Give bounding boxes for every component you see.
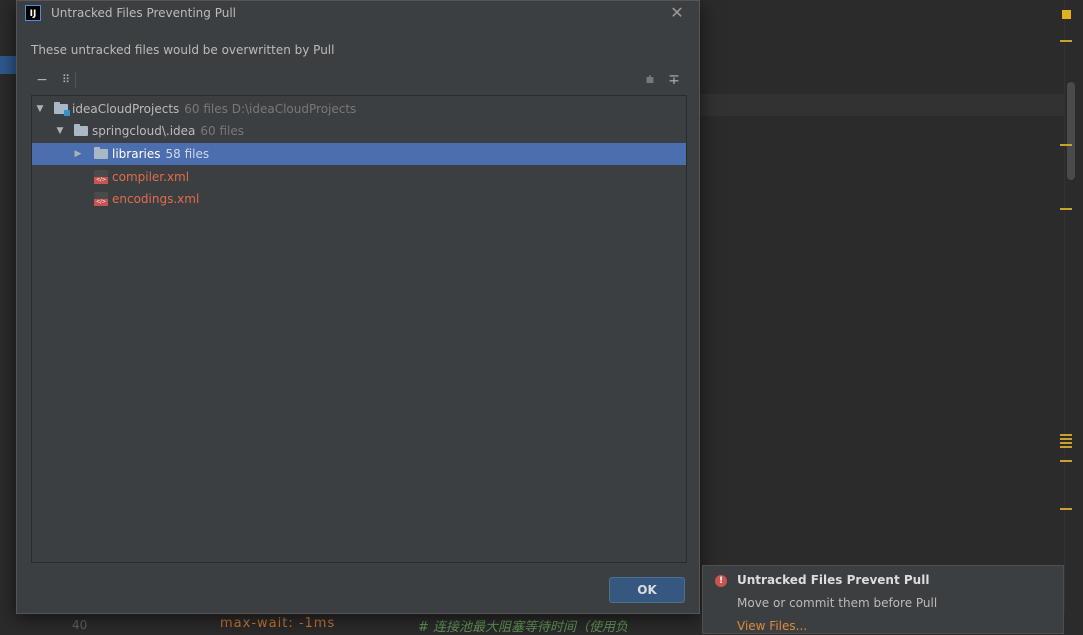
analysis-status-icon[interactable] [1062, 10, 1071, 19]
tree-item-meta: 60 files D:\ideaCloudProjects [184, 102, 357, 116]
tree-item-name: libraries [112, 147, 161, 161]
folder-icon [94, 147, 108, 159]
collapse-all-icon[interactable]: ∓ [663, 69, 685, 91]
dialog-message: These untracked files would be overwritt… [31, 43, 335, 57]
tree-item-meta: 58 files [165, 147, 210, 161]
error-stripe-marker[interactable] [1060, 208, 1072, 210]
expand-all-icon[interactable]: ⩧ [639, 69, 661, 91]
folder-icon [74, 124, 88, 136]
close-icon[interactable]: ✕ [667, 3, 687, 23]
notification-body: Move or commit them before Pull [737, 596, 938, 610]
file-tree[interactable]: ▼ ideaCloudProjects 60 files D:\ideaCloud… [31, 95, 687, 563]
tree-toolbar: − ⠿ ⩧ ∓ [31, 69, 687, 91]
error-stripe-marker[interactable] [1060, 434, 1072, 436]
error-stripe-marker[interactable] [1060, 40, 1072, 42]
tree-row-libraries[interactable]: ▶ libraries 58 files [32, 143, 686, 165]
tree-row-compiler-xml[interactable]: compiler.xml [32, 166, 686, 188]
group-by-icon[interactable]: ⠿ [55, 69, 77, 91]
error-stripe-marker[interactable] [1060, 460, 1072, 462]
tree-item-name: encodings.xml [112, 192, 200, 206]
tool-window-tab[interactable] [0, 56, 16, 74]
line-number: 40 [72, 618, 88, 632]
xml-file-icon [94, 192, 108, 206]
error-stripe-marker[interactable] [1060, 508, 1072, 510]
project-folder-icon [54, 102, 70, 116]
tree-row-encodings-xml[interactable]: encodings.xml [32, 188, 686, 210]
view-files-link[interactable]: View Files... [737, 619, 807, 633]
error-stripe-marker[interactable] [1060, 446, 1072, 448]
code-comment[interactable]: # 连接池最大阻塞等待时间（使用负 [418, 616, 628, 635]
tree-item-name: compiler.xml [112, 170, 190, 184]
untracked-files-dialog: IJ Untracked Files Preventing Pull ✕ The… [16, 0, 700, 614]
editor-current-line [700, 94, 1064, 116]
dialog-titlebar[interactable]: IJ Untracked Files Preventing Pull ✕ [17, 1, 699, 27]
error-stripe-marker[interactable] [1060, 438, 1072, 440]
xml-file-icon [94, 170, 108, 184]
tree-item-name: ideaCloudProjects [72, 102, 180, 116]
error-icon: ! [715, 575, 727, 587]
editor-scroll-thumb[interactable] [1067, 82, 1075, 180]
notification-balloon: ! Untracked Files Prevent Pull Move or c… [702, 565, 1064, 634]
error-stripe-marker[interactable] [1060, 442, 1072, 444]
tree-item-name: springcloud\.idea [92, 124, 196, 138]
notification-title: Untracked Files Prevent Pull [737, 573, 930, 587]
remove-icon[interactable]: − [31, 69, 53, 91]
expanded-arrow-icon[interactable]: ▼ [54, 120, 66, 142]
ok-button[interactable]: OK [609, 577, 685, 603]
expanded-arrow-icon[interactable]: ▼ [34, 98, 46, 120]
tree-row-idea-folder[interactable]: ▼ springcloud\.idea 60 files [32, 120, 686, 142]
error-stripe-marker[interactable] [1060, 144, 1072, 146]
code-text[interactable]: max-wait: -1ms [220, 616, 335, 631]
toolbar-separator [75, 72, 76, 88]
tree-row-project[interactable]: ▼ ideaCloudProjects 60 files D:\ideaCloud… [32, 98, 686, 120]
dialog-title: Untracked Files Preventing Pull [51, 6, 237, 20]
tree-item-meta: 60 files [200, 124, 245, 138]
collapsed-arrow-icon[interactable]: ▶ [72, 143, 84, 165]
intellij-app-icon: IJ [25, 5, 41, 21]
